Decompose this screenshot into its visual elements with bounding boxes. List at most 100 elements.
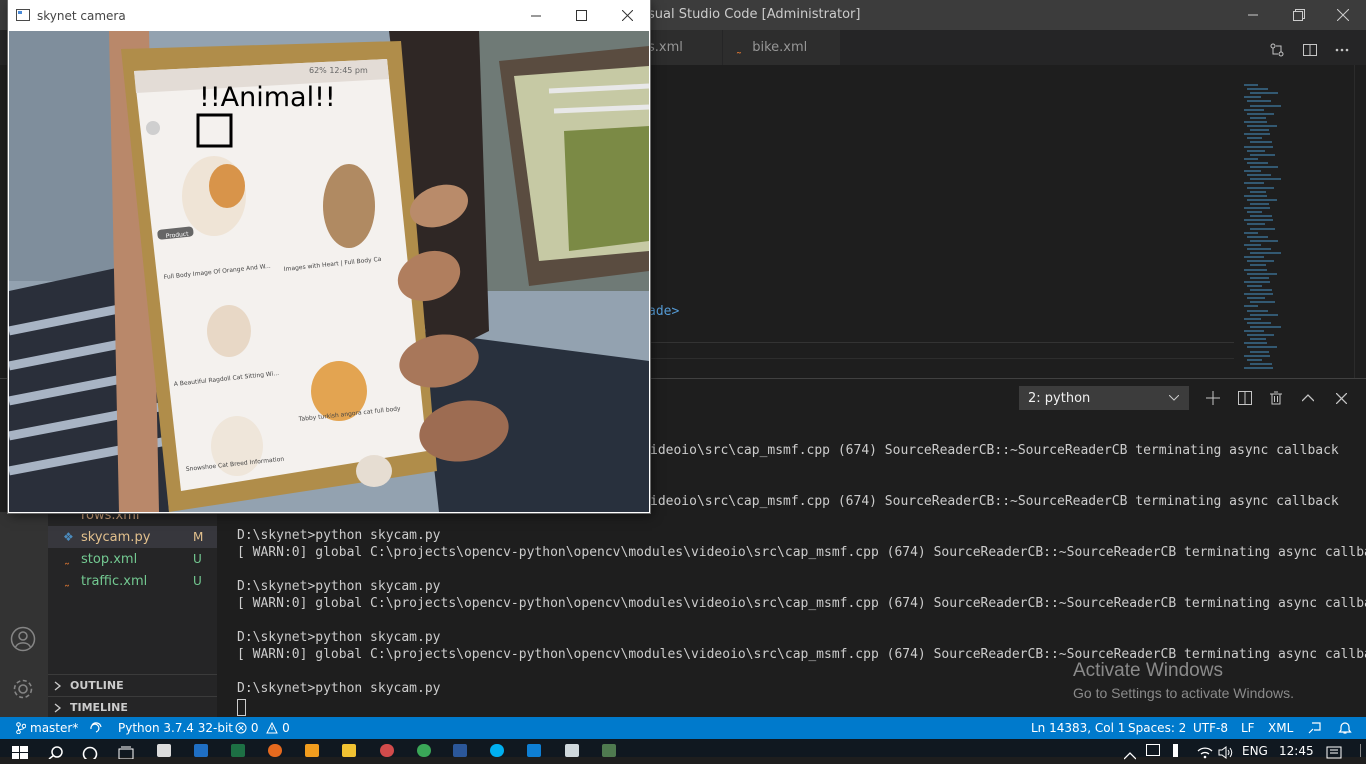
chevron-right-icon — [54, 702, 62, 713]
camera-maximize-button[interactable] — [558, 0, 604, 31]
file-item-stop[interactable]: ˷ stop.xml U — [48, 548, 217, 570]
minimap-line — [1244, 268, 1267, 271]
timeline-section-header[interactable]: TIMELINE — [48, 696, 217, 718]
chrome-app-icon[interactable] — [417, 744, 431, 757]
ellipsis-icon — [1335, 48, 1349, 52]
minimize-button[interactable] — [1230, 0, 1276, 30]
skype-app-icon[interactable] — [490, 744, 504, 757]
firefox-app-icon[interactable] — [268, 744, 282, 757]
tab-label: bike.xml — [752, 40, 808, 55]
terminal-select[interactable]: 2: python — [1019, 386, 1189, 410]
minimap[interactable] — [1244, 84, 1354, 378]
notifications-button[interactable] — [1338, 721, 1352, 737]
cortana-button[interactable] — [82, 744, 98, 763]
minimap-line — [1247, 235, 1268, 238]
mail-app-icon[interactable] — [194, 744, 208, 757]
file-item-traffic[interactable]: ˷ traffic.xml U — [48, 570, 217, 592]
open-changes-button[interactable] — [1261, 36, 1293, 64]
task-view-button[interactable] — [118, 744, 134, 763]
windows-logo-icon — [12, 746, 28, 759]
minimap-line — [1244, 305, 1258, 308]
terminal-line: ideoio\src\cap_msmf.cpp (674) SourceRead… — [650, 443, 1339, 458]
git-branch-item[interactable]: master* — [16, 721, 78, 735]
task-view-icon — [118, 746, 134, 760]
problems-item[interactable]: 0 0 — [235, 721, 290, 735]
editor-scrollbar[interactable] — [1354, 65, 1366, 378]
split-editor-button[interactable] — [1294, 36, 1326, 64]
cursor-position-item[interactable]: Ln 14383, Col 1 — [1031, 721, 1125, 735]
encoding-item[interactable]: UTF-8 — [1193, 721, 1228, 735]
wifi-button[interactable] — [1197, 744, 1213, 763]
feedback-button[interactable] — [1308, 721, 1322, 737]
maximize-panel-button[interactable] — [1294, 386, 1322, 410]
accounts-button[interactable] — [10, 626, 36, 656]
split-terminal-button[interactable] — [1231, 386, 1259, 410]
minimap-line — [1244, 84, 1258, 86]
search-button[interactable] — [48, 744, 64, 763]
minimap-line — [1250, 325, 1281, 328]
sync-button[interactable] — [88, 721, 104, 736]
start-button[interactable] — [12, 744, 28, 763]
camera-window[interactable]: skynet camera 62% 12:45 pm Full Body Ima… — [8, 0, 650, 513]
tab-bike-xml[interactable]: ˷ bike.xml — [723, 30, 841, 65]
show-desktop-button[interactable] — [1360, 744, 1361, 757]
warning-count: 0 — [282, 721, 290, 735]
minimap-line — [1250, 129, 1269, 132]
media-app-icon[interactable] — [380, 744, 394, 757]
minimap-line — [1244, 145, 1273, 148]
input-language[interactable]: ENG — [1242, 744, 1268, 758]
tray-overflow-button[interactable] — [1123, 745, 1137, 764]
account-icon — [10, 626, 36, 652]
minimap-line — [1247, 100, 1271, 103]
minimap-line — [1247, 211, 1262, 214]
notepad-app-icon[interactable] — [565, 744, 579, 757]
language-mode-item[interactable]: XML — [1268, 721, 1293, 735]
plus-icon — [1206, 391, 1220, 405]
restore-button[interactable] — [1276, 0, 1322, 30]
tab-label: s.xml — [648, 40, 683, 55]
eol-item[interactable]: LF — [1241, 721, 1255, 735]
file-explorer-app-icon[interactable] — [342, 744, 356, 757]
close-button[interactable] — [1320, 0, 1366, 30]
outline-section-header[interactable]: OUTLINE — [48, 674, 217, 696]
manage-button[interactable] — [10, 676, 36, 706]
clock[interactable]: 12:45 — [1279, 744, 1314, 758]
close-panel-button[interactable] — [1327, 386, 1355, 410]
volume-button[interactable] — [1218, 744, 1234, 763]
minimap-line — [1250, 104, 1281, 107]
camera-minimize-button[interactable] — [513, 0, 559, 31]
minimap-line — [1244, 108, 1264, 111]
camera-close-button[interactable] — [604, 0, 650, 31]
minimap-line — [1250, 153, 1275, 156]
editor-line-divider — [650, 342, 1234, 343]
minimap-line — [1250, 301, 1275, 304]
terminal-cursor — [237, 699, 246, 716]
word-app-icon[interactable] — [453, 744, 467, 757]
maximize-icon — [575, 10, 587, 21]
file-item-skycam[interactable]: ❖ skycam.py M — [48, 526, 217, 548]
camera-feed: 62% 12:45 pm Full Body Image Of Orange A… — [9, 31, 649, 512]
python-interpreter-item[interactable]: Python 3.7.4 32-bit — [118, 721, 233, 735]
sublime-app-icon[interactable] — [305, 744, 319, 757]
vscode-app-icon[interactable] — [527, 744, 541, 757]
file-name: stop.xml — [81, 551, 138, 567]
image-viewer-app-icon[interactable] — [602, 744, 616, 757]
action-center-button[interactable] — [1326, 744, 1342, 763]
store-app-icon[interactable] — [157, 744, 171, 757]
minimap-line — [1244, 256, 1264, 259]
kill-terminal-button[interactable] — [1262, 386, 1290, 410]
more-actions-button[interactable] — [1326, 36, 1358, 64]
minimap-line — [1250, 92, 1278, 95]
minimap-line — [1250, 338, 1266, 341]
minimap-line — [1244, 219, 1273, 222]
activate-windows-title: Activate Windows — [1073, 660, 1223, 681]
minimap-line — [1244, 354, 1270, 357]
new-terminal-button[interactable] — [1199, 386, 1227, 410]
excel-app-icon[interactable] — [231, 744, 245, 757]
network-icon[interactable] — [1146, 744, 1160, 756]
camera-titlebar[interactable]: skynet camera — [8, 0, 650, 31]
indentation-item[interactable]: Spaces: 2 — [1128, 721, 1186, 735]
minimap-line — [1247, 149, 1265, 152]
close-icon — [1335, 392, 1347, 404]
battery-icon[interactable] — [1173, 744, 1178, 757]
